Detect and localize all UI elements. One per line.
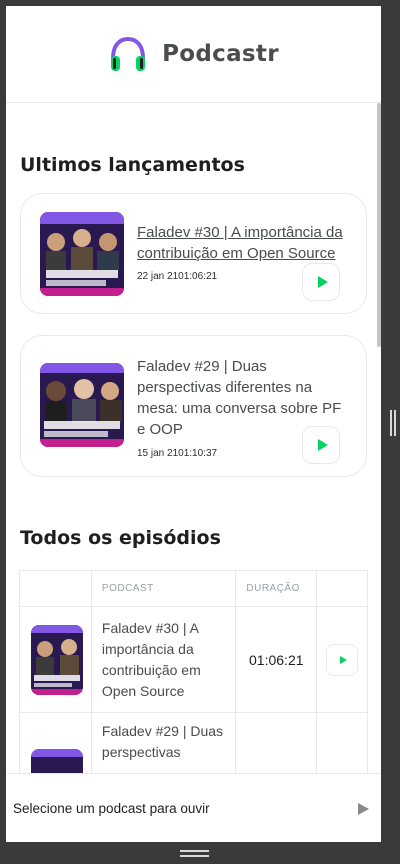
episode-thumbnail[interactable] — [40, 212, 124, 296]
episode-thumbnail[interactable] — [31, 749, 83, 773]
app-window: Podcastr Ultimos lançamentos Faladev #30… — [6, 6, 381, 842]
episodes-table: PODCAST DURAÇÃO Faladev #30 | A importân… — [19, 570, 368, 773]
row-action-cell — [316, 712, 368, 773]
episode-date: 22 jan 2101:06:21 — [137, 271, 218, 282]
main-content[interactable]: Ultimos lançamentos Faladev #30 | A impo… — [6, 103, 381, 773]
row-duration: 01:06:21 — [235, 606, 318, 713]
play-icon — [339, 655, 347, 664]
scrollbar-thumb[interactable] — [377, 103, 381, 347]
column-header-action — [316, 570, 368, 607]
all-episodes-heading: Todos os episódios — [20, 527, 221, 549]
player-play-icon[interactable] — [358, 803, 369, 815]
episode-title-link[interactable]: Faladev #30 | A importância da contribui… — [137, 222, 352, 264]
table-row: Faladev #30 | A importância da contribui… — [19, 606, 368, 713]
resize-handle-horizontal[interactable] — [180, 850, 209, 857]
table-header-row: PODCAST DURAÇÃO — [19, 570, 368, 607]
app-title: Podcastr — [162, 41, 279, 67]
row-thumbnail-cell — [19, 606, 92, 713]
headphones-logo-icon — [111, 36, 146, 71]
table-row: Faladev #29 | Duas perspectivas — [19, 712, 368, 773]
episode-card: Faladev #30 | A importância da contribui… — [20, 193, 367, 314]
latest-heading: Ultimos lançamentos — [20, 154, 245, 176]
episode-card: Faladev #29 | Duas perspectivas diferent… — [20, 335, 367, 477]
play-button[interactable] — [302, 426, 340, 464]
player-bar: Selecione um podcast para ouvir — [6, 773, 381, 842]
row-action-cell — [316, 606, 368, 713]
column-header-podcast: PODCAST — [90, 570, 237, 607]
play-button[interactable] — [302, 263, 340, 301]
episode-date: 15 jan 2101:10:37 — [137, 448, 218, 459]
episode-thumbnail[interactable] — [40, 363, 124, 447]
row-title[interactable]: Faladev #30 | A importância da contribui… — [90, 606, 237, 713]
app-header: Podcastr — [6, 6, 381, 103]
column-header-duration: DURAÇÃO — [235, 570, 318, 607]
row-thumbnail-cell — [19, 712, 92, 773]
play-icon — [317, 439, 328, 451]
play-button[interactable] — [326, 643, 359, 676]
episode-thumbnail[interactable] — [31, 624, 83, 695]
resize-handle-vertical[interactable] — [390, 410, 396, 436]
row-title[interactable]: Faladev #29 | Duas perspectivas — [90, 712, 237, 773]
play-icon — [317, 276, 328, 288]
player-status: Selecione um podcast para ouvir — [13, 801, 210, 816]
row-duration — [235, 712, 318, 773]
column-header-thumbnail — [19, 570, 92, 607]
